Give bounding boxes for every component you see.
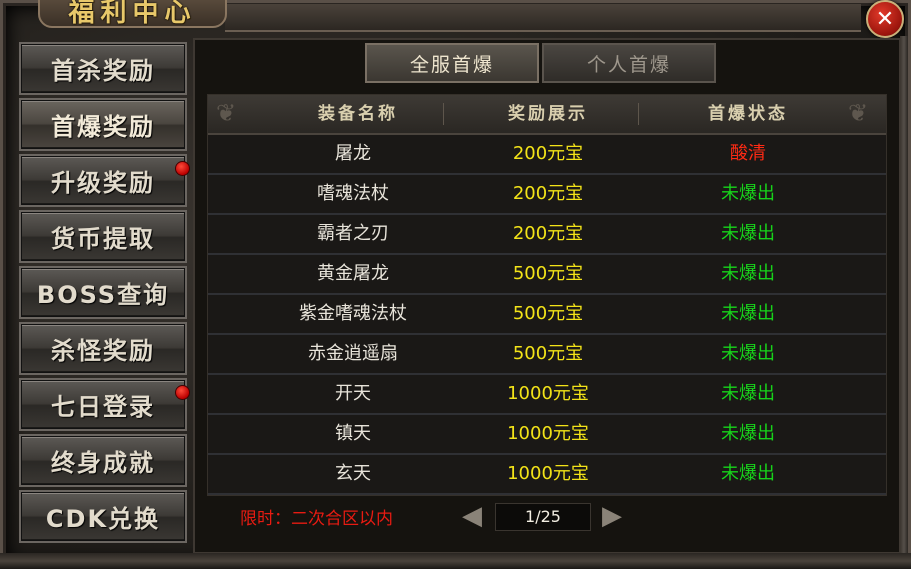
reward-value: 500元宝: [512, 343, 584, 364]
tab-server-first-drop[interactable]: 全服首爆: [365, 43, 539, 83]
close-icon: ✕: [875, 6, 895, 32]
sidebar-item-label: 杀怪奖励: [51, 337, 155, 365]
page-indicator: 1/25: [495, 503, 591, 531]
title-banner: 福利中心: [38, 0, 227, 28]
drop-status: 未爆出: [721, 303, 775, 324]
sidebar-item-currency-withdraw[interactable]: 货币提取: [19, 210, 187, 263]
table-row: 黄金屠龙 500元宝 未爆出: [208, 255, 886, 295]
sidebar-item-boss-query[interactable]: BOSS查询: [19, 266, 187, 319]
sidebar-item-first-kill[interactable]: 首杀奖励: [19, 42, 187, 95]
next-arrow-icon[interactable]: ▶: [600, 501, 624, 531]
table-row: 紫金嗜魂法杖 500元宝 未爆出: [208, 295, 886, 335]
sidebar-item-cdk-redeem[interactable]: CDK兑换: [19, 490, 187, 543]
table-header: ❦ 装备名称 奖励展示 首爆状态 ❦: [208, 95, 886, 135]
first-drop-table: ❦ 装备名称 奖励展示 首爆状态 ❦ 屠龙 200元宝 酸清 嗜魂法杖 200元…: [207, 94, 887, 496]
sidebar-item-label: CDK兑换: [45, 505, 161, 533]
right-ornament-icon: ❦: [848, 99, 869, 127]
sidebar-item-kill-reward[interactable]: 杀怪奖励: [19, 322, 187, 375]
reward-value: 1000元宝: [507, 423, 589, 444]
sidebar-item-first-drop[interactable]: 首爆奖励: [19, 98, 187, 151]
prev-arrow-icon[interactable]: ◀: [460, 501, 484, 531]
header-divider: [443, 103, 444, 125]
notification-dot-icon: [175, 385, 190, 400]
top-rail: [225, 4, 861, 32]
tab-personal-first-drop[interactable]: 个人首爆: [542, 43, 716, 83]
drop-status: 未爆出: [721, 343, 775, 364]
reward-value: 1000元宝: [507, 383, 589, 404]
sidebar-item-label: 货币提取: [51, 225, 155, 253]
time-limit-note: 限时：二次合区以内: [240, 509, 393, 529]
table-row: 霸者之刃 200元宝 未爆出: [208, 215, 886, 255]
sidebar-item-label: BOSS查询: [36, 281, 170, 309]
reward-value: 500元宝: [512, 303, 584, 324]
tab-label: 个人首爆: [586, 53, 671, 76]
sidebar-item-label: 终身成就: [51, 449, 155, 477]
header-divider: [638, 103, 639, 125]
reward-value: 200元宝: [512, 143, 584, 164]
reward-value: 1000元宝: [507, 463, 589, 484]
main-panel: 全服首爆 个人首爆 ❦ 装备名称 奖励展示 首爆状态 ❦ 屠龙 200元宝 酸清…: [193, 38, 901, 554]
drop-status: 未爆出: [721, 263, 775, 284]
table-row: 赤金逍遥扇 500元宝 未爆出: [208, 335, 886, 375]
sidebar-item-label: 七日登录: [51, 393, 155, 421]
bottom-frame-edge: [0, 553, 911, 569]
table-row: 开天 1000元宝 未爆出: [208, 375, 886, 415]
reward-value: 500元宝: [512, 263, 584, 284]
notification-dot-icon: [175, 161, 190, 176]
reward-value: 200元宝: [512, 223, 584, 244]
column-header-status: 首爆状态: [708, 104, 788, 124]
table-footer: 限时：二次合区以内 ◀ 1/25 ▶: [195, 496, 899, 548]
drop-status: 未爆出: [721, 463, 775, 484]
table-row: 玄天 1000元宝 未爆出: [208, 455, 886, 495]
column-header-equipment-name: 装备名称: [318, 104, 398, 124]
drop-status: 未爆出: [721, 223, 775, 244]
table-row: 屠龙 200元宝 酸清: [208, 135, 886, 175]
table-row: 嗜魂法杖 200元宝 未爆出: [208, 175, 886, 215]
sidebar-item-seven-day-login[interactable]: 七日登录: [19, 378, 190, 431]
sidebar-item-label: 首爆奖励: [51, 113, 155, 141]
sidebar-item-lifetime-achievement[interactable]: 终身成就: [19, 434, 187, 487]
left-ornament-icon: ❦: [216, 99, 237, 127]
sidebar-item-level-reward[interactable]: 升级奖励: [19, 154, 190, 207]
table-row: 镇天 1000元宝 未爆出: [208, 415, 886, 455]
drop-status: 未爆出: [721, 423, 775, 444]
sidebar-item-label: 首杀奖励: [51, 57, 155, 85]
close-button[interactable]: ✕: [866, 0, 904, 38]
drop-status: 未爆出: [721, 183, 775, 204]
sidebar-item-label: 升级奖励: [51, 169, 155, 197]
drop-status: 酸清: [730, 143, 766, 164]
drop-status: 未爆出: [721, 383, 775, 404]
reward-value: 200元宝: [512, 183, 584, 204]
window-title: 福利中心: [68, 0, 197, 28]
column-header-reward: 奖励展示: [508, 104, 588, 124]
sidebar: 首杀奖励 首爆奖励 升级奖励 货币提取 BOSS查询 杀怪奖励 七日登录 终身成…: [14, 38, 192, 548]
tab-label: 全服首爆: [409, 53, 494, 76]
right-frame-edge: [900, 36, 908, 561]
